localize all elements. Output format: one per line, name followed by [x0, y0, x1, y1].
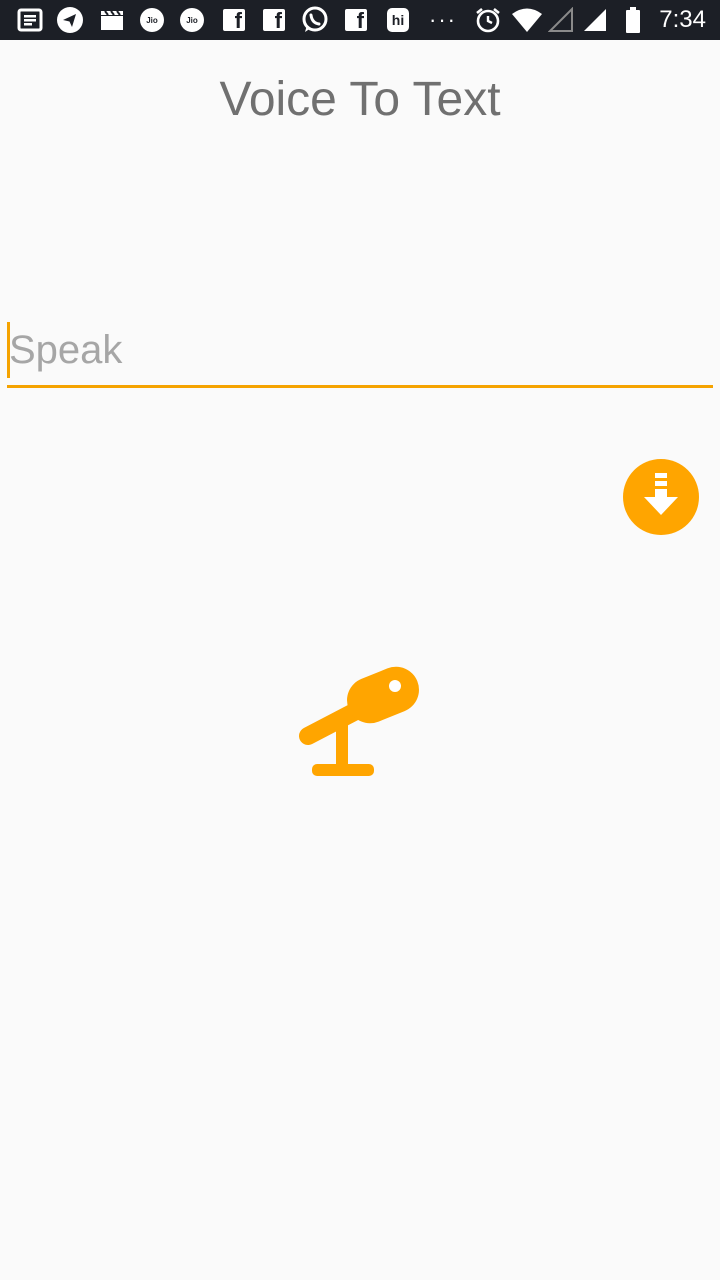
status-bar: Jio Jio f f f hi ··· 7:34: [0, 0, 720, 40]
speak-input[interactable]: [7, 318, 715, 382]
wifi-icon: [510, 6, 544, 34]
microphone-icon: [299, 666, 419, 776]
more-notifications-icon: ···: [428, 6, 458, 34]
facebook-icon: f: [344, 6, 368, 34]
signal-icon: [582, 6, 608, 34]
jio-icon: Jio: [140, 6, 164, 34]
facebook-letter: f: [234, 8, 242, 33]
hike-label: hi: [387, 8, 409, 32]
hike-icon: hi: [386, 6, 410, 34]
whatsapp-icon: [300, 6, 330, 34]
jio-icon: Jio: [180, 6, 204, 34]
page-title: Voice To Text: [219, 73, 501, 126]
status-time: 7:34: [659, 6, 706, 33]
jio-label: Jio: [180, 8, 204, 32]
more-dots: ···: [429, 7, 457, 32]
signal-empty-icon: [548, 6, 574, 34]
speak-field-container[interactable]: [7, 318, 715, 388]
microphone-button[interactable]: [296, 662, 424, 782]
facebook-letter: f: [356, 8, 364, 33]
download-icon: [644, 473, 678, 515]
battery-icon: [624, 6, 642, 34]
facebook-icon: f: [262, 6, 286, 34]
download-button[interactable]: [623, 459, 699, 535]
jio-label: Jio: [140, 8, 164, 32]
telegram-icon: [56, 6, 84, 34]
facebook-icon: f: [222, 6, 246, 34]
facebook-letter: f: [274, 8, 282, 33]
text-cursor: [7, 322, 10, 378]
clapperboard-icon: [98, 6, 126, 34]
alarm-icon: [474, 6, 502, 34]
news-icon: [16, 6, 44, 34]
